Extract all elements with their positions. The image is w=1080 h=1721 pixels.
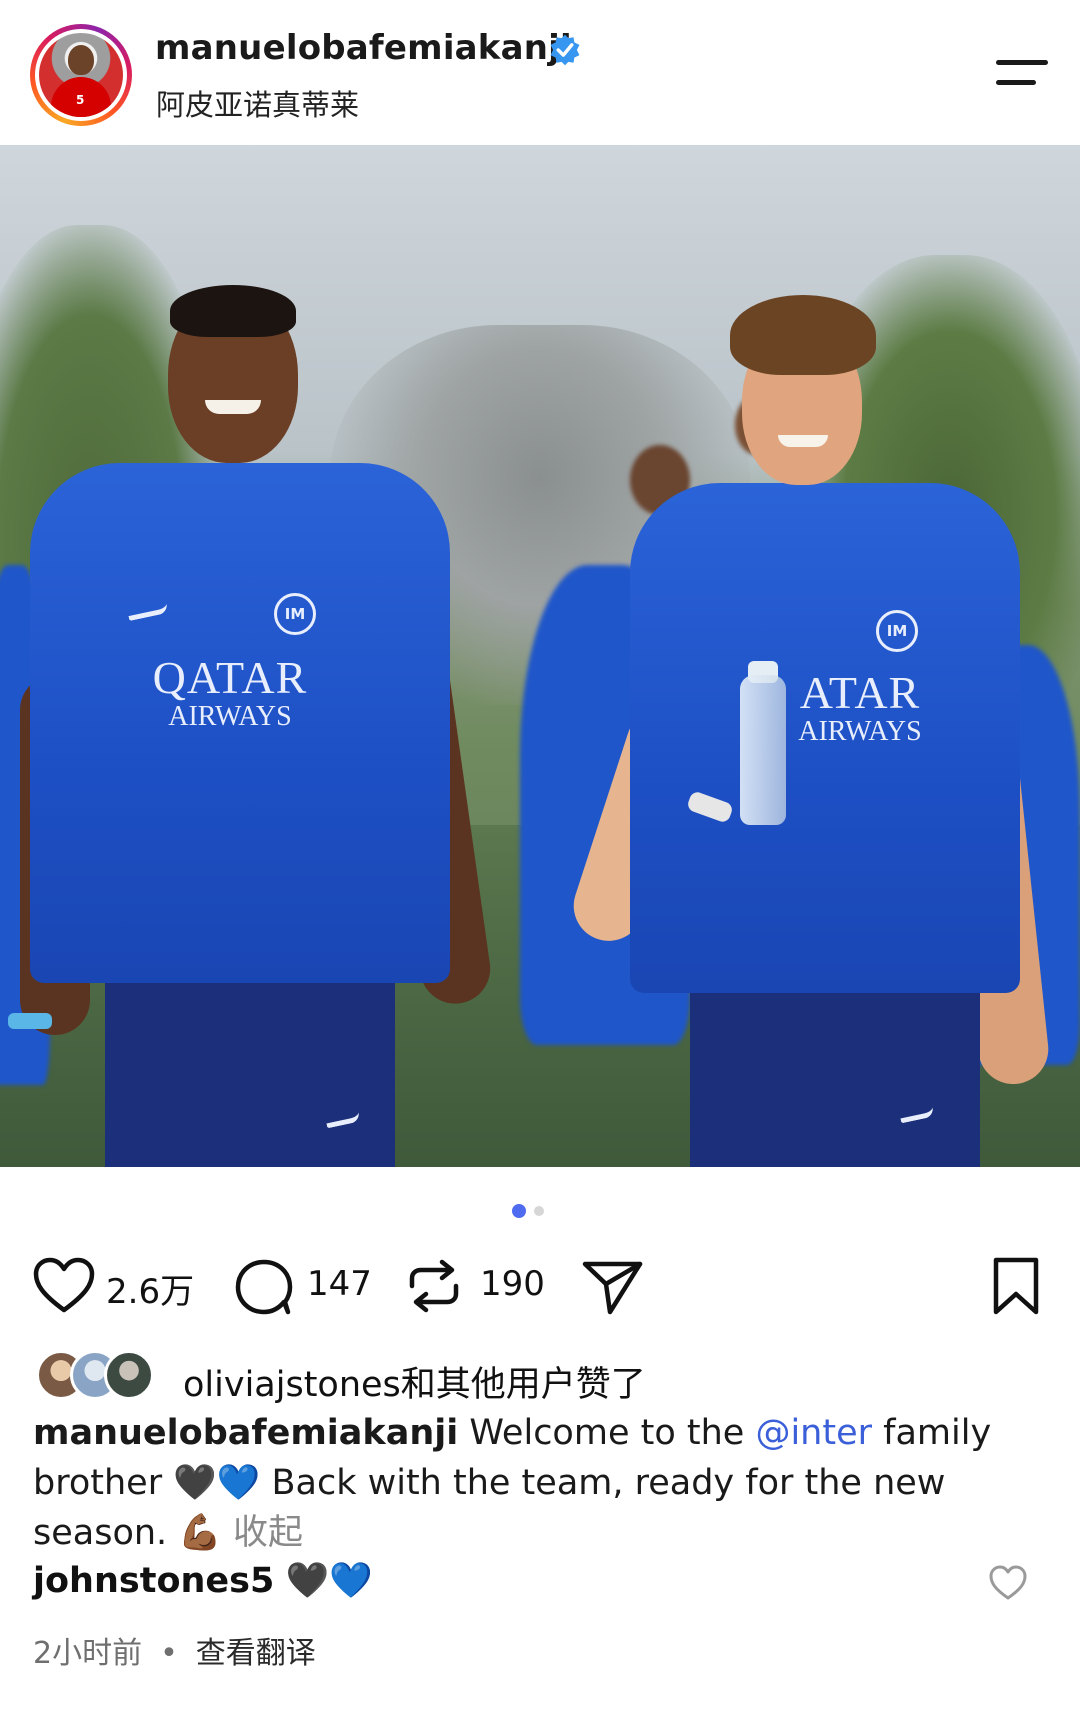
sponsor-logo: ATAR AIRWAYS: [798, 667, 922, 747]
like-count[interactable]: 2.6万: [106, 1264, 194, 1313]
post-username[interactable]: manuelobafemiakanji: [155, 28, 572, 68]
caption-username[interactable]: manuelobafemiakanji: [33, 1413, 458, 1453]
menu-icon[interactable]: [990, 56, 1050, 96]
inter-crest-icon: IM: [876, 610, 918, 652]
post-meta: 2小时前 • 查看翻译: [33, 1636, 316, 1671]
comment-username[interactable]: johnstones5: [33, 1561, 274, 1601]
mention-link[interactable]: @inter: [755, 1413, 872, 1453]
heart-icon[interactable]: [32, 1256, 96, 1316]
comment-heart-icon[interactable]: [988, 1564, 1028, 1602]
location-subtitle[interactable]: 阿皮亚诺真蒂莱: [156, 82, 359, 124]
carousel-dot-active: [512, 1204, 526, 1218]
liked-by-row[interactable]: oliviajstones和其他用户赞了: [36, 1350, 1036, 1406]
see-translation-link[interactable]: 查看翻译: [196, 1636, 316, 1671]
post-header: 5 manuelobafemiakanji 阿皮亚诺真蒂莱: [0, 0, 1080, 145]
profile-avatar[interactable]: 5: [30, 24, 132, 126]
collapse-link[interactable]: 收起: [233, 1513, 303, 1553]
inter-crest-icon: IM: [274, 593, 316, 635]
share-icon[interactable]: [580, 1256, 644, 1316]
comment-text: 🖤💙: [285, 1561, 373, 1601]
verified-badge-icon: [550, 34, 580, 66]
sponsor-logo: QATAR AIRWAYS: [152, 652, 308, 732]
comment-row: johnstones5 🖤💙: [33, 1560, 1033, 1616]
liker-avatar: [104, 1350, 154, 1400]
water-bottle: [740, 675, 786, 825]
post-caption: manuelobafemiakanji Welcome to the @inte…: [33, 1408, 1033, 1558]
comment-icon[interactable]: [232, 1256, 296, 1316]
avatar-image: 5: [39, 33, 123, 117]
caption-text: Welcome to the: [469, 1413, 756, 1453]
post-time: 2小时前: [33, 1636, 143, 1671]
carousel-indicator: [512, 1204, 552, 1218]
repost-icon[interactable]: [402, 1256, 466, 1316]
comment-count[interactable]: 147: [307, 1264, 372, 1304]
repost-count[interactable]: 190: [480, 1264, 545, 1304]
carousel-dot: [534, 1206, 544, 1216]
bookmark-icon[interactable]: [990, 1256, 1042, 1316]
action-bar: 2.6万 147 190: [0, 1230, 1080, 1320]
liked-by-text[interactable]: oliviajstones和其他用户赞了: [183, 1356, 646, 1407]
caption-hearts: 🖤💙: [173, 1463, 261, 1503]
post-photo[interactable]: IM QATAR AIRWAYS IM ATAR AIRWAYS: [0, 145, 1080, 1167]
